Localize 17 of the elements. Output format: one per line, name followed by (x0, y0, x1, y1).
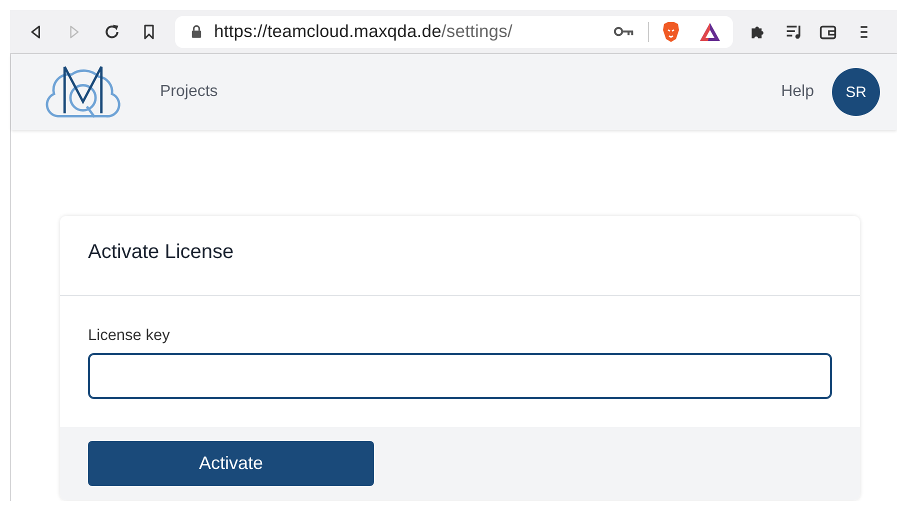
lock-icon (191, 25, 202, 38)
bookmark-icon[interactable] (141, 24, 157, 40)
help-link[interactable]: Help (781, 83, 814, 101)
card-title: Activate License (60, 216, 860, 296)
license-key-field[interactable] (88, 353, 832, 399)
reload-icon[interactable] (103, 22, 121, 40)
address-bar[interactable]: https://teamcloud.maxqda.de/settings/ (175, 16, 733, 48)
field-label: License key (88, 327, 171, 345)
key-icon[interactable] (614, 26, 634, 37)
wallet-icon[interactable] (819, 22, 837, 40)
lion-shield-icon[interactable] (661, 20, 681, 42)
user-avatar[interactable]: SR (832, 68, 880, 116)
activate-button[interactable]: Activate (88, 441, 374, 486)
triangle-icon[interactable] (699, 22, 721, 42)
url-text: https://teamcloud.maxqda.de/settings/ (214, 21, 514, 42)
nav-link[interactable]: Projects (160, 83, 218, 101)
playlist-icon[interactable] (785, 22, 803, 40)
